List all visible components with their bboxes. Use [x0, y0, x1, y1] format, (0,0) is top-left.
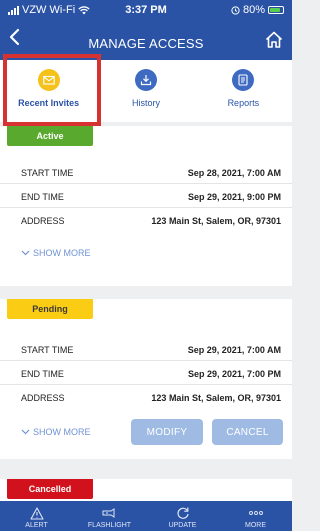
- row-label: START TIME: [21, 168, 74, 178]
- nav-label: FLASHLIGHT: [87, 522, 132, 529]
- tab-label: History: [131, 98, 160, 108]
- row-label: START TIME: [21, 345, 74, 355]
- cancel-button[interactable]: CANCEL: [212, 419, 283, 445]
- status-badge: Active: [7, 126, 93, 146]
- home-icon: [265, 31, 283, 48]
- show-more-link[interactable]: SHOW MORE: [21, 427, 91, 437]
- invite-card-pending: Pending START TIME Sep 29, 2021, 7:00 AM…: [0, 299, 292, 459]
- battery-group: 80%: [231, 4, 284, 16]
- row-value: Sep 29, 2021, 9:00 PM: [187, 192, 281, 202]
- row-label: END TIME: [21, 369, 64, 379]
- tab-label: Recent Invites: [18, 98, 80, 108]
- app-header: VZW Wi-Fi 3:37 PM 80% MANAGE ACCESS: [0, 0, 292, 60]
- nav-alert[interactable]: ALERT: [0, 501, 73, 531]
- show-more-link[interactable]: SHOW MORE: [21, 248, 91, 258]
- chevron-down-icon: [21, 250, 30, 256]
- tab-icon-circle: [232, 69, 255, 91]
- document-icon: [238, 74, 248, 86]
- flashlight-icon: [102, 508, 114, 518]
- row-label: ADDRESS: [21, 393, 65, 403]
- bottom-nav: ALERT FLASHLIGHT UPDATE MORE: [0, 501, 292, 531]
- tab-icon-circle: [37, 69, 60, 91]
- nav-icon-wrap: [29, 506, 44, 520]
- alarm-icon: [231, 5, 240, 15]
- nav-label: MORE: [245, 522, 266, 529]
- download-icon: [140, 75, 152, 86]
- nav-icon-wrap: [176, 506, 190, 520]
- row-value: Sep 29, 2021, 7:00 AM: [187, 345, 281, 355]
- tab-recent-invites[interactable]: Recent Invites: [0, 60, 97, 122]
- nav-label: ALERT: [25, 522, 48, 529]
- table-row: ADDRESS 123 Main St, Salem, OR, 97301: [0, 385, 292, 409]
- row-label: END TIME: [21, 192, 64, 202]
- row-label: ADDRESS: [21, 216, 65, 226]
- envelope-icon: [42, 75, 55, 85]
- status-bar: VZW Wi-Fi 3:37 PM 80%: [0, 4, 292, 20]
- tab-icon-circle: [134, 69, 157, 91]
- show-more-label: SHOW MORE: [33, 248, 91, 258]
- modify-button[interactable]: MODIFY: [131, 419, 203, 445]
- table-row: END TIME Sep 29, 2021, 7:00 PM: [0, 361, 292, 385]
- tab-label: Reports: [227, 98, 260, 108]
- invite-card-active: Active START TIME Sep 28, 2021, 7:00 AM …: [0, 126, 292, 286]
- battery-icon: [268, 6, 284, 14]
- row-value: Sep 28, 2021, 7:00 AM: [187, 168, 281, 178]
- table-row: START TIME Sep 29, 2021, 7:00 AM: [0, 337, 292, 361]
- warning-icon: [29, 506, 44, 520]
- refresh-icon: [177, 507, 189, 519]
- nav-more[interactable]: MORE: [219, 501, 292, 531]
- home-button[interactable]: [264, 30, 284, 50]
- nav-icon-wrap: [102, 506, 118, 520]
- row-value: 123 Main St, Salem, OR, 97301: [151, 216, 281, 226]
- nav-flashlight[interactable]: FLASHLIGHT: [73, 501, 146, 531]
- tab-history[interactable]: History: [97, 60, 194, 122]
- nav-icon-wrap: [248, 506, 264, 520]
- chevron-down-icon: [21, 429, 30, 435]
- row-value: 123 Main St, Salem, OR, 97301: [151, 393, 281, 403]
- table-row: ADDRESS 123 Main St, Salem, OR, 97301: [0, 208, 292, 232]
- table-row: START TIME Sep 28, 2021, 7:00 AM: [0, 160, 292, 184]
- show-more-label: SHOW MORE: [33, 427, 91, 437]
- table-row: END TIME Sep 29, 2021, 9:00 PM: [0, 184, 292, 208]
- row-value: Sep 29, 2021, 7:00 PM: [187, 369, 281, 379]
- status-badge: Pending: [7, 299, 93, 319]
- nav-update[interactable]: UPDATE: [146, 501, 219, 531]
- tab-bar: Recent Invites History Reports: [0, 60, 292, 122]
- page-title: MANAGE ACCESS: [88, 36, 204, 51]
- invite-card-cancelled: Cancelled: [0, 479, 292, 501]
- battery-percent: 80%: [242, 4, 265, 16]
- nav-label: UPDATE: [168, 522, 197, 529]
- status-badge: Cancelled: [7, 479, 93, 499]
- tab-reports[interactable]: Reports: [195, 60, 292, 122]
- more-dots-icon: [248, 511, 263, 515]
